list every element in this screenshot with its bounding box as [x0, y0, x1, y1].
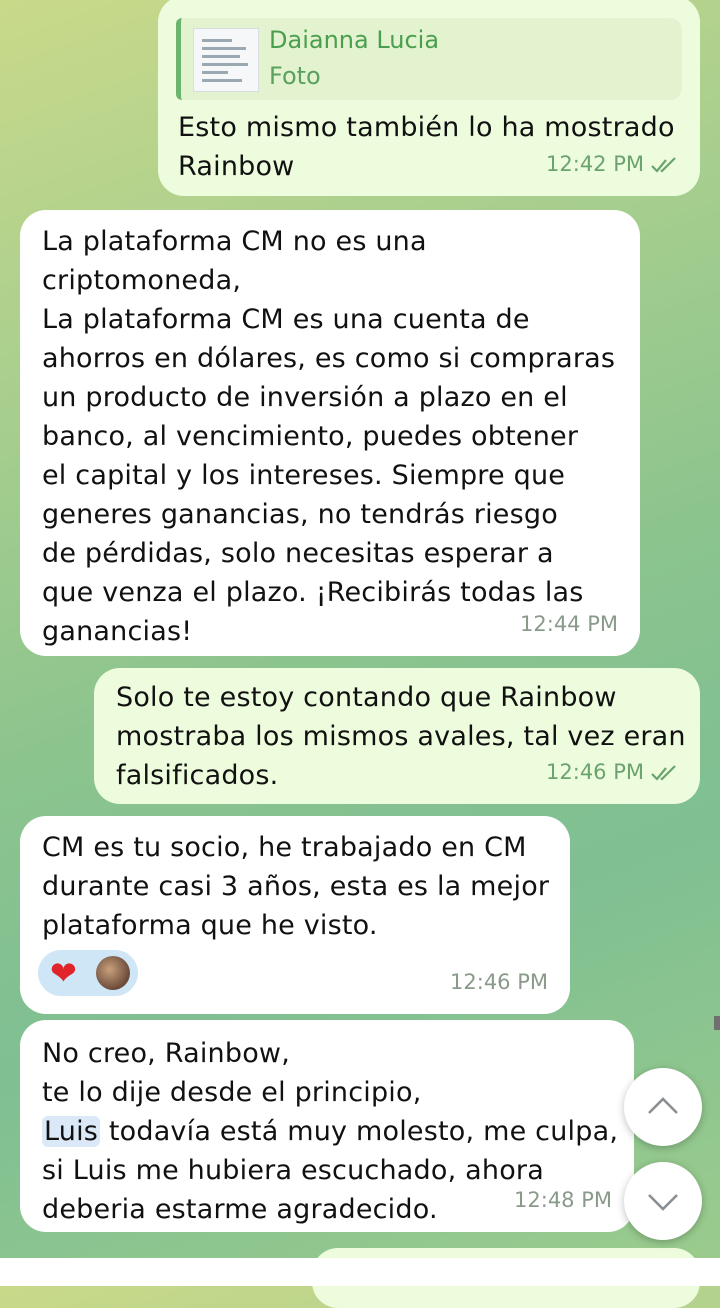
message-reactions[interactable]: ❤	[38, 950, 138, 996]
double-check-icon	[651, 156, 676, 173]
message-meta: 12:46 PM	[450, 963, 548, 1002]
message-time: 12:42 PM	[546, 152, 644, 176]
message-meta: 12:46 PM	[546, 753, 678, 792]
message-text: La plataforma CM no es una criptomoneda,…	[42, 226, 616, 647]
message-bubble-outgoing[interactable]: Daianna Lucia Foto Esto mismo también lo…	[158, 0, 700, 196]
scrollbar-thumb[interactable]	[714, 1016, 720, 1030]
reply-photo-thumbnail	[193, 28, 259, 92]
reply-sender-name: Daianna Lucia	[269, 26, 440, 54]
scroll-up-button[interactable]	[624, 1068, 702, 1146]
heart-reaction-icon[interactable]: ❤	[50, 955, 77, 991]
chevron-down-icon	[648, 1194, 678, 1211]
scroll-down-button[interactable]	[624, 1162, 702, 1240]
message-text-part: No creo, Rainbow, te lo dije desde el pr…	[42, 1038, 422, 1108]
reply-media-type: Foto	[269, 62, 321, 90]
message-meta: 12:48 PM	[514, 1181, 612, 1220]
message-meta: 12:42 PM	[546, 145, 678, 184]
message-time: 12:46 PM	[450, 970, 548, 994]
message-bubble-incoming[interactable]: No creo, Rainbow, te lo dije desde el pr…	[20, 1020, 634, 1232]
message-time: 12:46 PM	[546, 760, 644, 784]
message-bubble-incoming[interactable]: La plataforma CM no es una criptomoneda,…	[20, 210, 640, 656]
message-time: 12:44 PM	[520, 612, 618, 636]
message-text: CM es tu socio, he trabajado en CM duran…	[42, 832, 550, 941]
message-meta: 12:44 PM	[520, 605, 618, 644]
reply-preview[interactable]: Daianna Lucia Foto	[176, 18, 682, 100]
reactor-avatar	[96, 956, 130, 990]
input-bar-edge	[0, 1258, 720, 1286]
double-check-icon	[651, 764, 676, 781]
chevron-up-icon	[648, 1097, 678, 1114]
user-mention-link[interactable]: Luis	[42, 1116, 101, 1147]
message-bubble-incoming[interactable]: CM es tu socio, he trabajado en CM duran…	[20, 816, 570, 1014]
message-bubble-outgoing[interactable]: Solo te estoy contando que Rainbow mostr…	[94, 668, 700, 804]
message-time: 12:48 PM	[514, 1188, 612, 1212]
